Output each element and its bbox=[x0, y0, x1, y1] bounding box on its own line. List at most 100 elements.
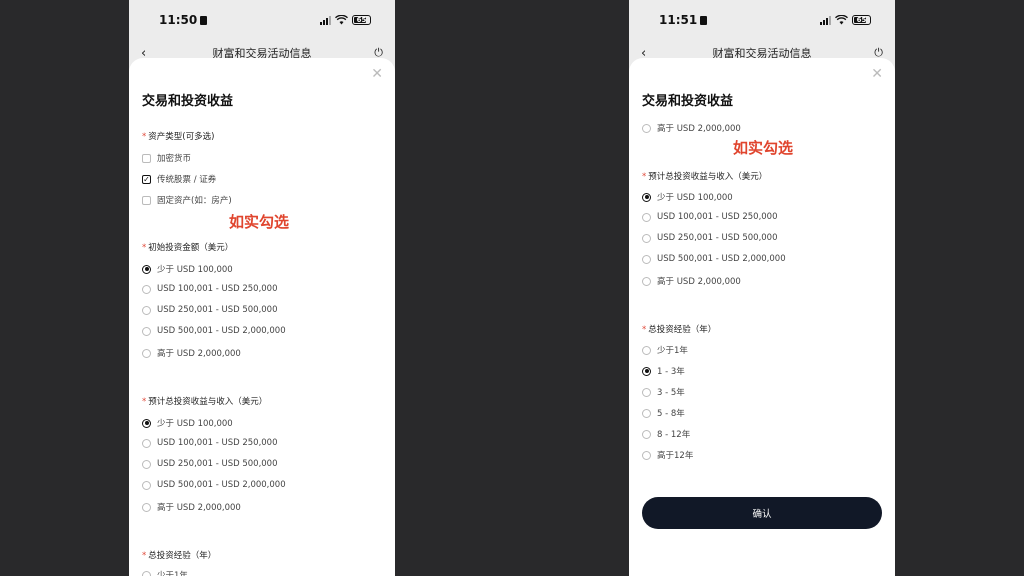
experience-option-1[interactable]: 1 - 3年 bbox=[642, 365, 685, 377]
initial-option-1[interactable]: USD 100,001 - USD 250,000 bbox=[142, 284, 278, 294]
signal-icon bbox=[820, 15, 831, 25]
radio-icon[interactable] bbox=[142, 480, 151, 490]
option-label: 少于1年 bbox=[657, 346, 688, 356]
battery-level: 65 bbox=[856, 16, 867, 24]
radio-icon[interactable] bbox=[142, 502, 151, 512]
radio-icon[interactable] bbox=[142, 348, 151, 358]
initial-option-4[interactable]: 高于 USD 2,000,000 bbox=[642, 122, 741, 134]
radio-icon[interactable] bbox=[642, 408, 651, 418]
asset-option-fixed[interactable]: 固定资产(如：房产) bbox=[142, 194, 232, 206]
sheet-title: 交易和投资收益 bbox=[642, 94, 734, 109]
bottom-sheet: ✕ 交易和投资收益 高于 USD 2,000,000 如实勾选 * 预计总投资收益… bbox=[629, 58, 895, 576]
income-option-2[interactable]: USD 250,001 - USD 500,000 bbox=[642, 233, 778, 243]
checkbox-icon[interactable] bbox=[142, 195, 151, 205]
option-label: 少于1年 bbox=[157, 571, 188, 576]
initial-option-3[interactable]: USD 500,001 - USD 2,000,000 bbox=[142, 326, 286, 336]
radio-icon[interactable] bbox=[642, 212, 651, 222]
close-icon[interactable]: ✕ bbox=[871, 66, 883, 82]
checkbox-icon[interactable] bbox=[142, 153, 151, 163]
time-text: 11:50 bbox=[159, 13, 198, 27]
income-option-3[interactable]: USD 500,001 - USD 2,000,000 bbox=[142, 480, 286, 490]
income-option-0[interactable]: 少于 USD 100,000 bbox=[642, 191, 733, 203]
radio-icon[interactable] bbox=[642, 233, 651, 243]
option-label: 8 - 12年 bbox=[657, 430, 691, 440]
signal-icon bbox=[320, 15, 331, 25]
asset-option-crypto[interactable]: 加密货币 bbox=[142, 152, 191, 164]
experience-option-0[interactable]: 少于1年 bbox=[142, 569, 188, 576]
radio-icon[interactable] bbox=[642, 345, 651, 355]
checkbox-checked-icon[interactable]: ✓ bbox=[142, 174, 151, 184]
option-label: USD 100,001 - USD 250,000 bbox=[157, 438, 278, 448]
annotation-text: 如实勾选 bbox=[229, 213, 290, 231]
experience-option-4[interactable]: 8 - 12年 bbox=[642, 428, 690, 440]
status-icons: 65 bbox=[820, 15, 871, 25]
initial-option-0[interactable]: 少于 USD 100,000 bbox=[142, 263, 233, 275]
annotation-text: 如实勾选 bbox=[733, 139, 794, 157]
status-time: 11:50 bbox=[159, 13, 208, 27]
income-option-4[interactable]: 高于 USD 2,000,000 bbox=[642, 275, 741, 287]
radio-icon[interactable] bbox=[642, 429, 651, 439]
radio-icon[interactable] bbox=[142, 438, 151, 448]
experience-option-0[interactable]: 少于1年 bbox=[642, 344, 688, 356]
option-label: USD 500,001 - USD 2,000,000 bbox=[657, 254, 786, 264]
initial-investment-label: * 初始投资金额（美元） bbox=[142, 243, 234, 253]
asset-option-stocks[interactable]: ✓ 传统股票 / 证券 bbox=[142, 173, 216, 185]
experience-label: * 总投资经验（年） bbox=[142, 551, 217, 561]
radio-selected-icon[interactable] bbox=[642, 192, 651, 202]
experience-option-3[interactable]: 5 - 8年 bbox=[642, 407, 685, 419]
radio-selected-icon[interactable] bbox=[142, 418, 151, 428]
radio-icon[interactable] bbox=[142, 284, 151, 294]
close-icon[interactable]: ✕ bbox=[371, 66, 383, 82]
option-label: USD 500,001 - USD 2,000,000 bbox=[157, 326, 286, 336]
expected-income-label: * 预计总投资收益与收入（美元） bbox=[142, 397, 268, 407]
income-option-1[interactable]: USD 100,001 - USD 250,000 bbox=[642, 212, 778, 222]
radio-icon[interactable] bbox=[142, 305, 151, 315]
time-text: 11:51 bbox=[659, 13, 698, 27]
option-label: USD 100,001 - USD 250,000 bbox=[157, 284, 278, 294]
option-label: 加密货币 bbox=[157, 154, 192, 164]
option-label: 高于 USD 2,000,000 bbox=[657, 277, 741, 287]
label-text: 预计总投资收益与收入（美元） bbox=[648, 172, 768, 182]
experience-label: * 总投资经验（年） bbox=[642, 325, 717, 335]
radio-icon[interactable] bbox=[642, 387, 651, 397]
status-icons: 65 bbox=[320, 15, 371, 25]
option-label: 少于 USD 100,000 bbox=[657, 193, 733, 203]
radio-icon[interactable] bbox=[642, 254, 651, 264]
radio-icon[interactable] bbox=[642, 123, 651, 133]
income-option-2[interactable]: USD 250,001 - USD 500,000 bbox=[142, 459, 278, 469]
phone-screen-left: 11:50 65 ‹ 财富和交易活动信息 ⏻ ✕ 交易和投资收益 * 资产类型(可… bbox=[129, 0, 395, 576]
income-option-0[interactable]: 少于 USD 100,000 bbox=[142, 417, 233, 429]
wifi-icon bbox=[335, 15, 348, 25]
confirm-button[interactable]: 确认 bbox=[642, 497, 882, 529]
option-label: 高于 USD 2,000,000 bbox=[657, 124, 741, 134]
option-label: 少于 USD 100,000 bbox=[157, 419, 233, 429]
experience-option-2[interactable]: 3 - 5年 bbox=[642, 386, 685, 398]
radio-selected-icon[interactable] bbox=[642, 366, 651, 376]
radio-icon[interactable] bbox=[642, 276, 651, 286]
wifi-icon bbox=[835, 15, 848, 25]
income-option-3[interactable]: USD 500,001 - USD 2,000,000 bbox=[642, 254, 786, 264]
initial-option-2[interactable]: USD 250,001 - USD 500,000 bbox=[142, 305, 278, 315]
option-label: 5 - 8年 bbox=[657, 409, 685, 419]
radio-icon[interactable] bbox=[642, 450, 651, 460]
radio-icon[interactable] bbox=[142, 570, 151, 576]
option-label: USD 250,001 - USD 500,000 bbox=[157, 459, 278, 469]
option-label: 传统股票 / 证券 bbox=[157, 175, 217, 185]
radio-icon[interactable] bbox=[142, 459, 151, 469]
radio-selected-icon[interactable] bbox=[142, 264, 151, 274]
income-option-4[interactable]: 高于 USD 2,000,000 bbox=[142, 501, 241, 513]
battery-level: 65 bbox=[356, 16, 367, 24]
radio-icon[interactable] bbox=[142, 326, 151, 336]
status-time: 11:51 bbox=[659, 13, 708, 27]
option-label: USD 100,001 - USD 250,000 bbox=[657, 212, 778, 222]
option-label: USD 250,001 - USD 500,000 bbox=[657, 233, 778, 243]
option-label: 1 - 3年 bbox=[657, 367, 685, 377]
option-label: 高于12年 bbox=[657, 451, 694, 461]
bottom-sheet: ✕ 交易和投资收益 * 资产类型(可多选) 加密货币 ✓ 传统股票 / 证券 固定资… bbox=[129, 58, 395, 576]
experience-option-5[interactable]: 高于12年 bbox=[642, 449, 693, 461]
income-option-1[interactable]: USD 100,001 - USD 250,000 bbox=[142, 438, 278, 448]
label-text: 初始投资金额（美元） bbox=[148, 243, 234, 253]
option-label: 高于 USD 2,000,000 bbox=[157, 503, 241, 513]
initial-option-4[interactable]: 高于 USD 2,000,000 bbox=[142, 347, 241, 359]
battery-icon: 65 bbox=[852, 15, 871, 25]
